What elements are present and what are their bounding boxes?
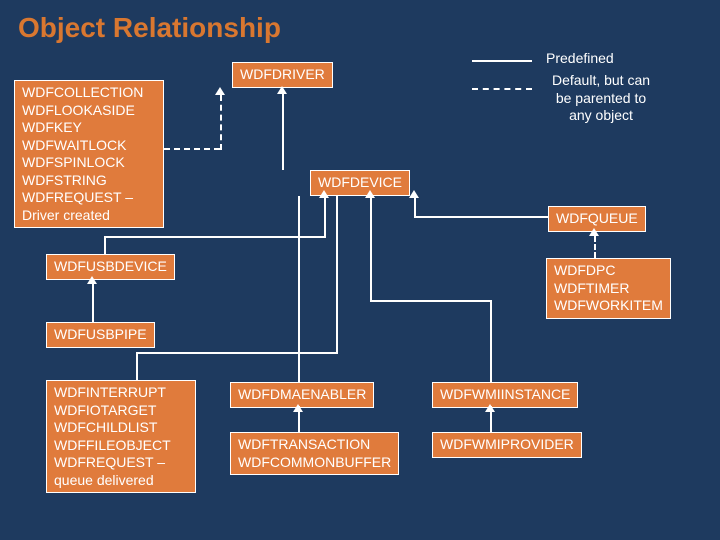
legend-solid-line	[472, 60, 532, 62]
legend-predefined-label: Predefined	[546, 50, 614, 68]
arrow-usbdevice-device-v	[104, 236, 106, 254]
arrowhead-collection-driver	[215, 87, 225, 95]
arrow-usbdevice-device-h	[104, 236, 324, 238]
arrowhead-wmiprovider-wmiinstance	[485, 404, 495, 412]
arrow-wmiinstance-device-v2	[370, 196, 372, 302]
arrowhead-queue-device	[409, 190, 419, 198]
arrowhead-device-driver	[277, 86, 287, 94]
arrow-interrupt-device-h	[136, 352, 336, 354]
arrow-collection-driver-h	[164, 148, 220, 150]
arrow-dmaenabler-device	[298, 196, 300, 382]
arrow-usbdevice-device-v2	[324, 196, 326, 238]
box-collection: WDFCOLLECTION WDFLOOKASIDE WDFKEY WDFWAI…	[14, 80, 164, 228]
arrowhead-transaction-dmaenabler	[293, 404, 303, 412]
box-dpc: WDFDPC WDFTIMER WDFWORKITEM	[546, 258, 671, 319]
arrow-interrupt-device-v	[136, 352, 138, 380]
arrow-wmiinstance-device-v	[490, 300, 492, 382]
box-usbdevice: WDFUSBDEVICE	[46, 254, 175, 280]
arrowhead-usbpipe-usbdevice	[87, 276, 97, 284]
arrow-collection-driver-v	[220, 95, 222, 150]
arrow-dpc-queue	[594, 236, 596, 258]
legend-default-label: Default, but can be parented to any obje…	[546, 72, 656, 125]
arrowhead-dpc-queue	[589, 228, 599, 236]
arrow-wmiinstance-device-h	[370, 300, 492, 302]
box-transaction: WDFTRANSACTION WDFCOMMONBUFFER	[230, 432, 399, 475]
legend-dashed-line	[472, 88, 532, 90]
box-wmiprovider: WDFWMIPROVIDER	[432, 432, 582, 458]
box-interrupt: WDFINTERRUPT WDFIOTARGET WDFCHILDLIST WD…	[46, 380, 196, 493]
arrow-device-driver	[282, 94, 284, 170]
arrow-interrupt-device-v2	[336, 196, 338, 354]
arrow-queue-device-v	[414, 196, 416, 218]
box-driver: WDFDRIVER	[232, 62, 333, 88]
arrow-queue-device-h	[416, 216, 548, 218]
box-wmiinstance: WDFWMIINSTANCE	[432, 382, 578, 408]
page-title: Object Relationship	[0, 0, 720, 56]
arrow-usbpipe-usbdevice	[92, 284, 94, 322]
box-usbpipe: WDFUSBPIPE	[46, 322, 155, 348]
arrowhead-usbdevice-device	[319, 190, 329, 198]
arrowhead-wmiinstance-device	[365, 190, 375, 198]
